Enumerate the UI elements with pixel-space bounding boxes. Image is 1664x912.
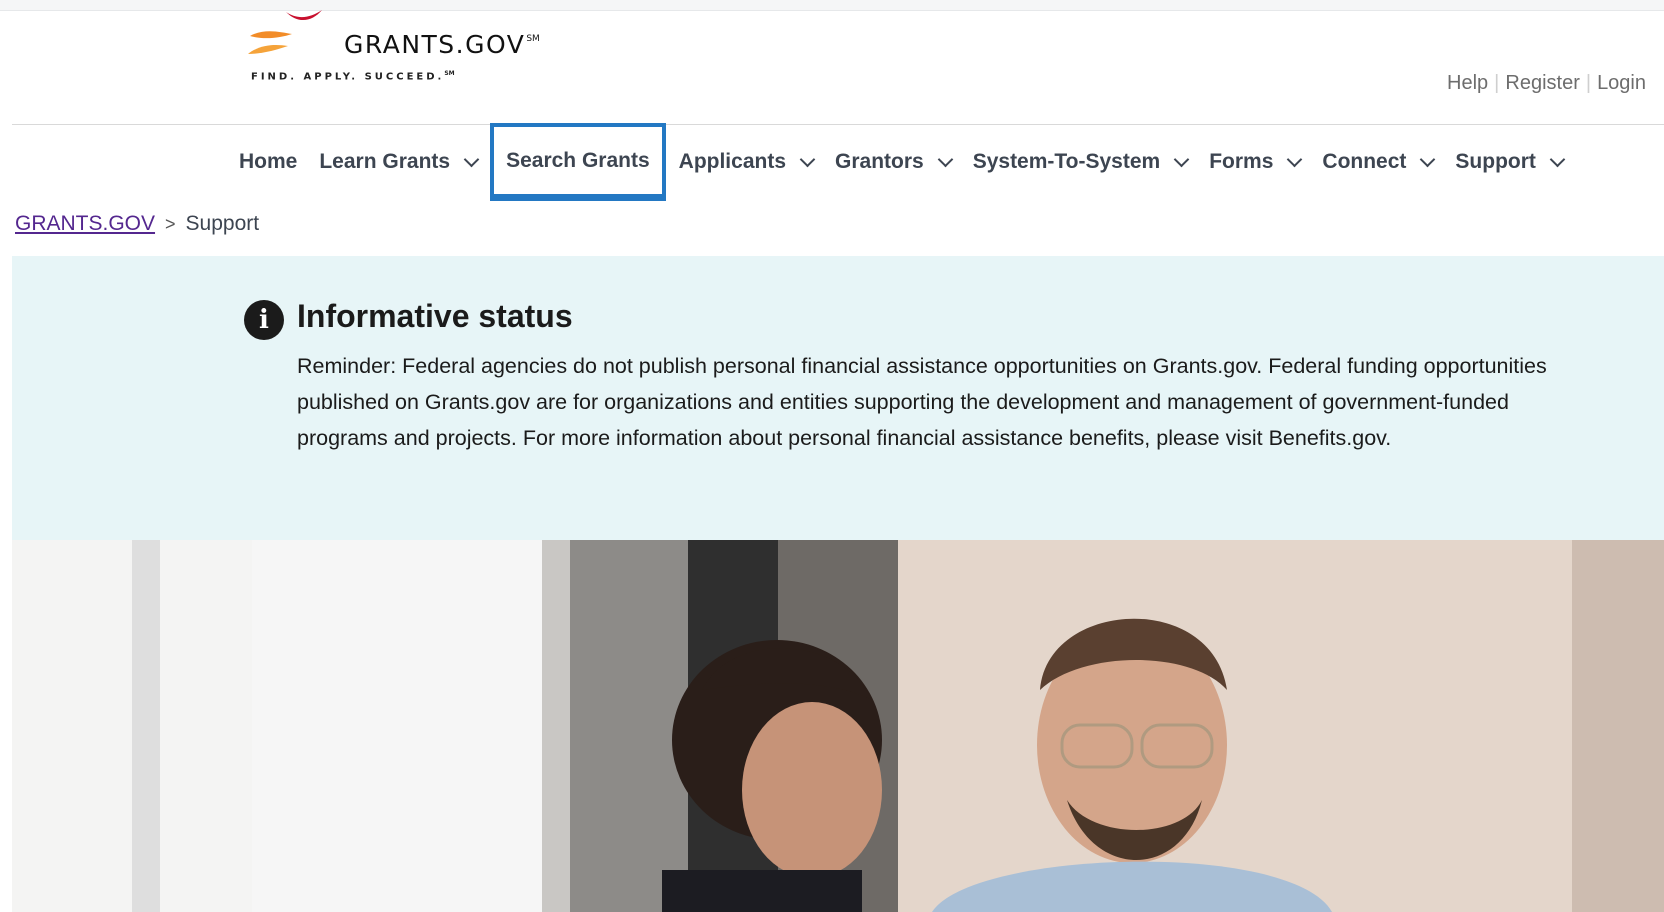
utility-links: Help | Register | Login: [1447, 72, 1646, 95]
help-link[interactable]: Help: [1447, 72, 1488, 95]
chevron-down-icon: [1173, 151, 1190, 167]
nav-item-grantors[interactable]: Grantors: [824, 134, 962, 190]
hero-photo: [12, 540, 1664, 912]
divider: |: [1585, 72, 1592, 94]
info-icon: i: [244, 300, 284, 340]
login-link[interactable]: Login: [1597, 72, 1646, 95]
header-divider: [12, 124, 1664, 125]
chevron-down-icon: [463, 151, 480, 167]
nav-item-system-to-system[interactable]: System-To-System: [962, 134, 1199, 190]
nav-item-label: Learn Grants: [319, 150, 451, 173]
informative-status-alert: i Informative status Reminder: Federal a…: [12, 256, 1664, 540]
logo-tagline: FIND. APPLY. SUCCEED.SM: [251, 70, 455, 82]
hero-photo-illustration: [12, 540, 1664, 912]
alert-title: Informative status: [297, 298, 573, 334]
breadcrumb-home-link[interactable]: GRANTS.GOV: [15, 212, 155, 236]
nav-item-label: Search Grants: [506, 148, 650, 172]
nav-item-label: Support: [1455, 150, 1536, 173]
swoosh-logo-icon: [248, 10, 322, 54]
tagline-service-mark: SM: [444, 70, 455, 77]
grants-gov-logo[interactable]: GRANTS.GOVSM FIND. APPLY. SUCCEED.SM: [246, 10, 626, 90]
nav-item-label: Home: [239, 150, 298, 173]
nav-item-label: Applicants: [678, 150, 787, 173]
nav-item-search-grants[interactable]: Search Grants: [490, 123, 666, 201]
chevron-down-icon: [799, 151, 816, 167]
nav-item-label: Forms: [1209, 150, 1274, 173]
divider: |: [1494, 72, 1500, 94]
breadcrumb: GRANTS.GOV > Support: [15, 212, 259, 236]
nav-item-home[interactable]: Home: [228, 134, 308, 190]
logo-wordmark: GRANTS.GOVSM: [344, 30, 540, 59]
alert-body: Reminder: Federal agencies do not publis…: [297, 354, 1547, 450]
nav-item-forms[interactable]: Forms: [1198, 134, 1311, 190]
register-link[interactable]: Register: [1505, 72, 1579, 95]
nav-item-connect[interactable]: Connect: [1311, 134, 1444, 190]
nav-item-learn-grants[interactable]: Learn Grants: [308, 134, 488, 190]
nav-item-label: System-To-System: [972, 150, 1161, 173]
nav-item-label: Connect: [1322, 150, 1407, 173]
nav-item-support[interactable]: Support: [1444, 134, 1573, 190]
chevron-right-icon: >: [165, 213, 176, 234]
chevron-down-icon: [937, 151, 953, 167]
breadcrumb-current: Support: [185, 212, 260, 235]
nav-item-applicants[interactable]: Applicants: [668, 134, 824, 190]
logo-tagline-text: FIND. APPLY. SUCCEED.: [251, 71, 445, 83]
chevron-down-icon: [1549, 151, 1566, 167]
service-mark: SM: [526, 34, 540, 44]
main-nav: Home Learn Grants Search Grants Applican…: [228, 123, 1574, 201]
logo-wordmark-text: GRANTS.GOV: [344, 30, 526, 59]
chevron-down-icon: [1420, 151, 1436, 167]
nav-item-label: Grantors: [835, 150, 924, 173]
chevron-down-icon: [1287, 151, 1303, 167]
